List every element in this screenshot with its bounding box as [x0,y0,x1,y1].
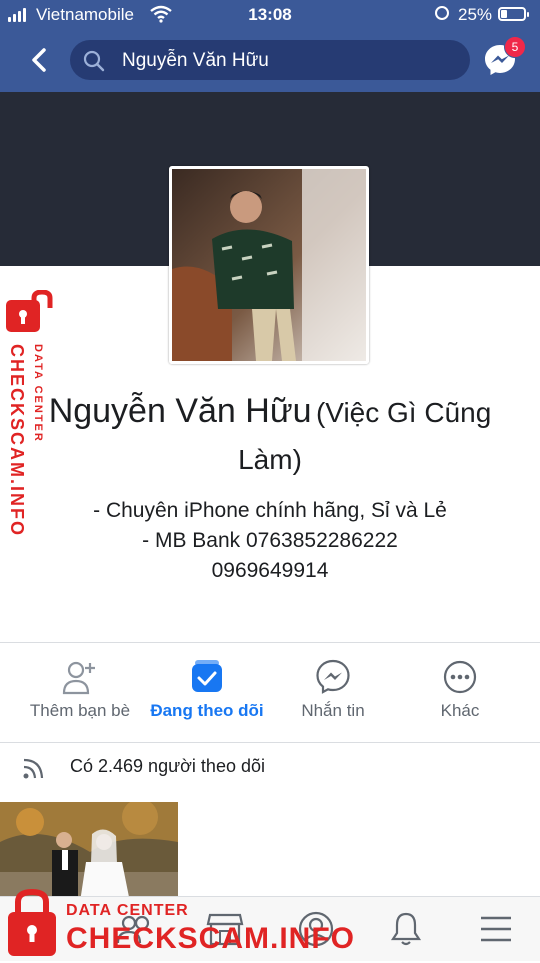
profile-name-main: Nguyễn Văn Hữu [48,392,312,430]
followers-count: Có 2.469 người theo dõi [70,756,265,776]
bio-line: - MB Bank 0763852286222 [142,529,398,552]
bio-line: - Chuyên iPhone chính hãng, Sỉ và Lẻ [93,499,447,522]
watermark-side-text: CHECKSCAM.INFO [7,344,27,537]
tab-menu[interactable] [476,909,516,949]
photo-thumbnail[interactable] [0,802,178,902]
watermark-bottom-text: CHECKSCAM.INFO [66,922,355,955]
more-label: Khác [440,701,480,720]
add-friend-label: Thêm bạn bè [29,701,131,720]
battery-fill [501,10,507,18]
message-label: Nhắn tin [301,701,365,720]
bio-line: 0969649914 [211,559,329,582]
tab-notifications[interactable] [386,909,426,949]
rotation-lock-icon [435,6,449,20]
search-icon [82,49,106,78]
search-value: Nguyễn Văn Hữu [122,50,269,71]
profile-name: Nguyễn Văn Hữu (Việc Gì Cũng Làm) [30,390,510,486]
divider [0,742,540,743]
notifications-icon [390,912,422,946]
messenger-badge[interactable]: 5 [504,36,526,58]
back-icon[interactable] [24,44,56,76]
add-friend-icon [15,655,145,699]
watermark-side-subtext: DATA CENTER [32,344,44,443]
nav-bar: Nguyễn Văn Hữu 5 [0,30,540,92]
more-button[interactable]: Khác [395,655,525,721]
message-button[interactable]: Nhắn tin [268,655,398,721]
status-bar: Vietnamobile 13:08 25% [0,0,540,30]
battery-icon [498,7,529,21]
divider [0,642,540,643]
followers-feed-icon [22,756,48,785]
watermark-bottom-subtext: DATA CENTER [66,902,189,919]
messenger-icon [268,655,398,699]
profile-bio: - Chuyên iPhone chính hãng, Sỉ và Lẻ - M… [30,496,510,586]
following-label: Đang theo dõi [150,701,264,720]
watermark-lock-icon [6,888,62,963]
profile-picture[interactable] [169,166,369,364]
following-button[interactable]: Đang theo dõi [142,655,272,721]
battery-percent: 25% [458,5,493,24]
search-input[interactable]: Nguyễn Văn Hữu [70,40,470,80]
more-icon [395,655,525,699]
following-icon [142,655,272,699]
messenger-button[interactable]: 5 [482,36,526,78]
menu-icon [481,916,511,942]
watermark-lock-icon [4,289,60,339]
profile-actions: Thêm bạn bè Đang theo dõi Nhắn tin Khác [0,655,540,735]
add-friend-button[interactable]: Thêm bạn bè [15,655,145,721]
